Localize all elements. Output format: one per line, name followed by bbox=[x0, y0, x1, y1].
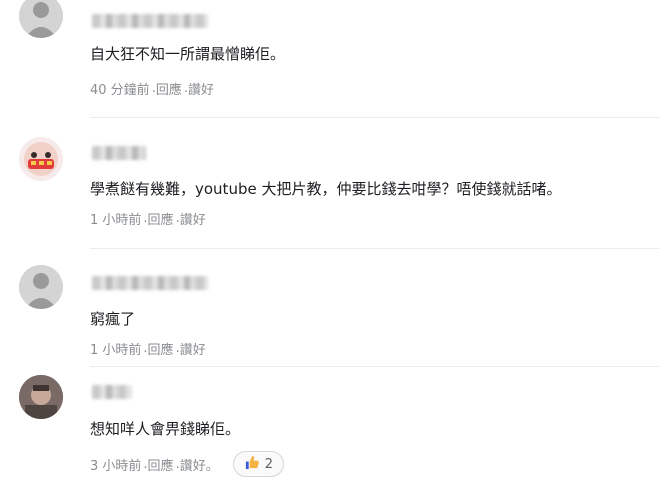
blurred-username[interactable] bbox=[92, 14, 208, 28]
like-count: 2 bbox=[264, 456, 273, 472]
reply-link[interactable]: 回應 bbox=[148, 339, 174, 358]
like-link[interactable]: 讚好 bbox=[180, 209, 206, 228]
comment-item: 想知咩人會畀錢睇佢。 3 小時前 . 回應 . 讚好。 2 bbox=[0, 367, 660, 486]
avatar[interactable] bbox=[19, 375, 63, 419]
thumbs-up-svg bbox=[245, 455, 259, 469]
reply-link[interactable]: 回應 bbox=[148, 209, 174, 228]
comment-text: 自大狂不知一所謂最憎睇佢。 bbox=[90, 45, 286, 63]
timestamp: 1 小時前 bbox=[90, 213, 142, 228]
avatar[interactable] bbox=[19, 137, 63, 181]
like-count-pill[interactable]: 2 bbox=[232, 451, 284, 477]
default-avatar-icon bbox=[19, 265, 63, 309]
blurred-username[interactable] bbox=[92, 146, 146, 160]
comment-text: 窮瘋了 bbox=[90, 310, 136, 328]
avatar[interactable] bbox=[19, 0, 63, 38]
cartoon-avatar-icon bbox=[19, 137, 63, 181]
comment-text: 學煮餸有幾難，youtube 大把片教，仲要比錢去咁學？唔使錢就話啫。 bbox=[90, 180, 562, 198]
avatar[interactable] bbox=[19, 265, 63, 309]
comment-item: 自大狂不知一所謂最憎睇佢。 40 分鐘前 . 回應 . 讚好 bbox=[0, 0, 660, 118]
comment-meta: 1 小時前 . 回應 . 讚好 bbox=[90, 209, 206, 228]
like-link[interactable]: 讚好 bbox=[188, 79, 214, 98]
thumbs-up-icon bbox=[244, 455, 259, 474]
blurred-username[interactable] bbox=[92, 385, 132, 399]
photo-avatar-icon bbox=[19, 375, 63, 419]
default-avatar-icon bbox=[19, 0, 63, 38]
timestamp: 1 小時前 bbox=[90, 343, 142, 358]
blurred-username[interactable] bbox=[92, 276, 208, 290]
reply-link[interactable]: 回應 bbox=[148, 455, 174, 474]
comment-meta: 3 小時前 . 回應 . 讚好。 2 bbox=[90, 451, 284, 477]
reply-link[interactable]: 回應 bbox=[156, 79, 182, 98]
comment-item: 窮瘋了 1 小時前 . 回應 . 讚好 bbox=[0, 249, 660, 367]
comment-meta: 40 分鐘前 . 回應 . 讚好 bbox=[90, 79, 214, 98]
like-link[interactable]: 讚好。 bbox=[180, 455, 219, 474]
timestamp: 40 分鐘前 bbox=[90, 83, 150, 98]
like-link[interactable]: 讚好 bbox=[180, 339, 206, 358]
comment-item: 學煮餸有幾難，youtube 大把片教，仲要比錢去咁學？唔使錢就話啫。 1 小時… bbox=[0, 118, 660, 248]
timestamp: 3 小時前 bbox=[90, 458, 142, 474]
comment-text: 想知咩人會畀錢睇佢。 bbox=[90, 420, 241, 438]
comment-meta: 1 小時前 . 回應 . 讚好 bbox=[90, 339, 206, 358]
